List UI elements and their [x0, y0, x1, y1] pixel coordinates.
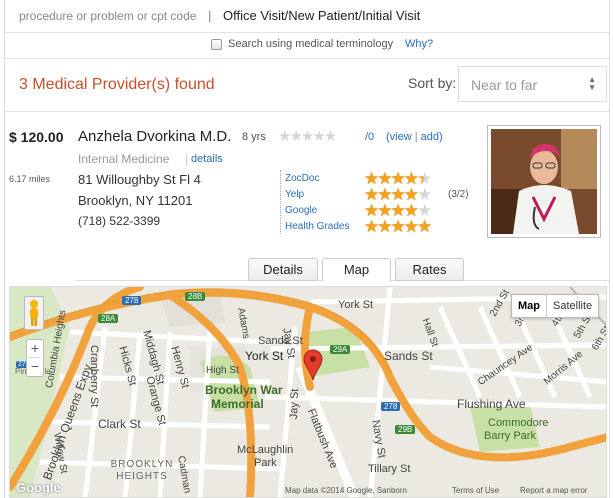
why-link[interactable]: Why?	[405, 38, 433, 50]
highway-shield-278-east: 278	[381, 402, 401, 411]
map-type-map-button[interactable]: Map	[512, 295, 547, 317]
provider-rating-star-icon: ★	[323, 128, 338, 145]
map-label-york-st-station: York St	[245, 349, 284, 363]
zoom-control: + −	[26, 339, 44, 377]
select-arrows-icon: ▲ ▼	[588, 75, 596, 92]
results-panel: procedure or problem or cpt code | Offic…	[4, 0, 610, 498]
exit-shield-28b: 28B	[185, 292, 206, 301]
provider-price: $ 120.00	[9, 129, 64, 145]
map-label-flushing-ave: Flushing Ave	[457, 397, 526, 411]
review-site-star-icon: ★	[364, 217, 379, 236]
rating-count-link[interactable]: /0	[365, 131, 374, 143]
map-type-control: Map Satellite	[511, 294, 600, 318]
provider-rating-star-icon: ★	[289, 128, 303, 145]
zoom-out-button[interactable]: −	[27, 358, 43, 375]
review-site-count: (3/2)	[448, 189, 469, 200]
highway-shield-278: 278	[122, 296, 142, 305]
search-input[interactable]: Office Visit/New Patient/Initial Visit	[223, 8, 420, 23]
exit-shield-29a: 29A	[330, 345, 351, 354]
terminology-row: Search using medical terminology Why?	[5, 34, 609, 59]
sort-selected-value: Near to far	[471, 77, 538, 93]
divider	[5, 111, 609, 112]
map-label-brooklyn-heights: BROOKLYN HEIGHTS	[110, 459, 174, 482]
map-data-attribution: Map data ©2014 Google, Sanborn	[285, 486, 407, 495]
rating-links-separator: |	[414, 131, 418, 143]
exit-shield-28a: 28A	[98, 314, 119, 323]
search-separator: |	[208, 8, 212, 23]
provider-rating-star-icon: ★	[312, 128, 326, 145]
doctor-portrait-image	[491, 129, 597, 234]
review-site-star-icon: ★	[403, 217, 419, 236]
terms-of-use-link[interactable]: Terms of Use	[452, 486, 499, 495]
search-bar[interactable]: procedure or problem or cpt code | Offic…	[5, 0, 609, 33]
provider-distance: 6.17 miles	[9, 174, 51, 184]
google-logo: Google	[16, 480, 61, 495]
tab-map[interactable]: Map	[322, 258, 391, 282]
zoom-in-button[interactable]: +	[27, 340, 43, 357]
search-placeholder[interactable]: procedure or problem or cpt code	[19, 9, 196, 23]
map-label-commodore-1: Commodore	[488, 417, 549, 429]
map-label-mclaughlin-2: Park	[254, 457, 277, 469]
review-sites-list: ZocDoc ★★★★★ Yelp ★★★★★ (3/2) Google ★★★★★ Heal…	[280, 170, 469, 235]
review-site-star-icon: ★	[377, 217, 392, 236]
street-view-pegman-icon[interactable]	[24, 296, 44, 330]
map-label-war-memorial-1: Brooklyn War	[205, 383, 283, 397]
view-reviews-link[interactable]: (view	[386, 131, 412, 143]
review-site-name-link[interactable]: Health Grades	[285, 221, 349, 232]
map-view[interactable]: York St High St Sands St Sands St York S…	[9, 286, 607, 498]
map-label-sands-st-east: Sands St	[384, 349, 433, 363]
address-line-1: 81 Willoughby St Fl 4	[78, 172, 201, 187]
report-map-error-link[interactable]: Report a map error	[520, 486, 588, 495]
review-site-name-link[interactable]: Yelp	[285, 189, 304, 200]
provider-phone: (718) 522-3399	[78, 214, 161, 228]
provider-years: 8 yrs	[242, 131, 266, 143]
provider-photo	[487, 125, 601, 238]
provider-specialty: Internal Medicine	[78, 152, 170, 166]
sort-label: Sort by:	[408, 75, 457, 91]
review-site-star-icon: ★	[417, 217, 432, 236]
map-label-tillary-st: Tillary St	[368, 463, 411, 475]
provider-name[interactable]: Anzhela Dvorkina M.D.	[78, 128, 231, 145]
review-site-star-icon: ★	[390, 217, 406, 236]
terminology-label[interactable]: Search using medical terminology	[228, 38, 393, 50]
map-label-war-memorial-2: Memorial	[211, 397, 264, 411]
provider-rating-stars: ★★★★★	[278, 128, 338, 146]
rating-links: (view | add)	[386, 131, 443, 143]
tab-details[interactable]: Details	[248, 258, 318, 281]
map-label-mclaughlin-1: McLaughlin	[237, 444, 294, 456]
details-link[interactable]: details	[191, 153, 223, 165]
provider-rating-star-icon: ★	[278, 128, 292, 145]
exit-shield-29b: 29B	[395, 425, 416, 434]
review-site-row: Health Grades ★★★★★	[285, 217, 485, 237]
results-count-title: 3 Medical Provider(s) found	[19, 76, 215, 93]
add-review-link[interactable]: add)	[421, 131, 443, 143]
map-label-jay-st-south: Jay St	[288, 388, 302, 420]
terminology-checkbox[interactable]	[211, 39, 222, 50]
review-site-stars: ★★★★★	[364, 217, 432, 237]
map-label-commodore-2: Barry Park	[484, 430, 536, 442]
map-label-high-st: High St	[206, 365, 239, 376]
provider-rating-star-icon: ★	[300, 128, 315, 145]
map-type-satellite-button[interactable]: Satellite	[547, 295, 598, 317]
review-site-name-link[interactable]: Google	[285, 205, 317, 216]
map-label-sands-st: Sands St	[258, 335, 303, 347]
tab-rates[interactable]: Rates	[395, 258, 464, 281]
map-label-york-st: York St	[338, 299, 374, 311]
map-label-clark-st: Clark St	[98, 417, 141, 431]
review-site-name-link[interactable]: ZocDoc	[285, 173, 319, 184]
specialty-separator: |	[185, 152, 189, 166]
sort-select[interactable]: Near to far ▲ ▼	[458, 66, 607, 102]
address-line-2: Brooklyn, NY 11201	[78, 193, 193, 208]
